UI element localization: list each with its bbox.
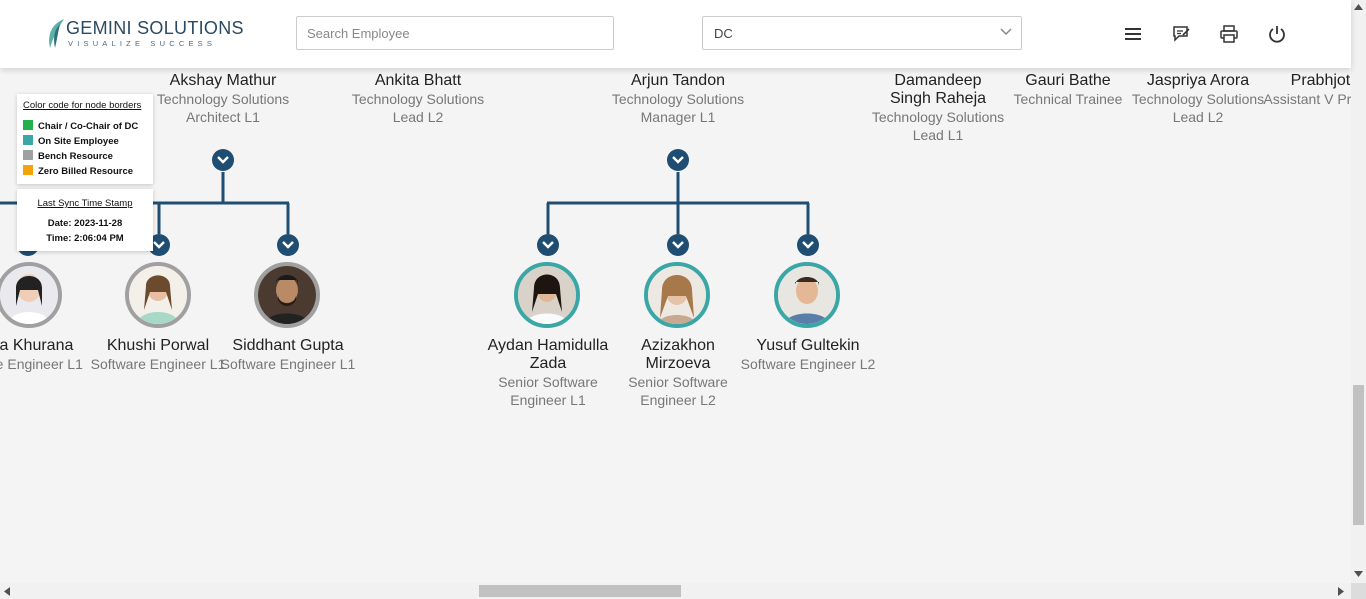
employee-node[interactable]: Ankita Bhatt Technology Solutions Lead L… [348,72,488,126]
scroll-up-arrow-icon[interactable] [1354,4,1363,10]
employee-role: Software Engineer L2 [740,356,876,372]
employee-role: Technology Solutions Lead L2 [1131,91,1265,125]
chevron-down-icon [672,241,684,249]
employee-name: Prabhjot K [1290,72,1351,89]
employee-name: Gauri Bathe [1025,72,1111,89]
employee-name: Azizakhon Mirzoeva [641,337,715,372]
expand-toggle[interactable] [537,234,559,256]
border-color-legend: Color code for node borders Chair / Co-C… [17,94,153,184]
chevron-down-icon [282,241,294,249]
chevron-down-icon [672,156,684,164]
employee-role: Technology Solutions Manager L1 [611,91,745,125]
employee-node[interactable]: Arjun Tandon Technology Solutions Manage… [608,72,748,126]
employee-avatar[interactable] [644,262,710,328]
color-swatch [23,165,33,175]
color-swatch [23,135,33,145]
sync-title: Last Sync Time Stamp [37,198,133,209]
employee-name: Arjun Tandon [631,72,725,89]
expand-toggle[interactable] [667,234,689,256]
sync-time: Time: 2:06:04 PM [46,233,124,244]
logo-text: GEMINI SOLUTIONS [66,18,244,38]
color-swatch [23,120,33,130]
employee-node[interactable]: Prabhjot K Assistant V Presiden [1258,72,1351,108]
expand-toggle[interactable] [797,234,819,256]
employee-node[interactable]: Aydan Hamidulla Zada Senior Software Eng… [478,337,618,409]
scroll-down-arrow-icon[interactable] [1354,571,1363,577]
legend-label: On Site Employee [38,136,119,147]
employee-name: Jaspriya Arora [1146,72,1250,89]
employee-name: Aydan Hamidulla Zada [487,337,609,372]
employee-node[interactable]: hita Khurana ware Engineer L1 [0,337,98,373]
leaf-logo-icon [49,19,64,48]
expand-toggle[interactable] [212,149,234,171]
employee-name: Khushi Porwal [106,337,210,354]
group-select[interactable]: DC [702,16,1022,50]
employee-avatar[interactable] [254,262,320,328]
employee-name: Akshay Mathur [169,72,277,89]
vertical-scrollbar-thumb[interactable] [1353,385,1364,525]
legend-title: Color code for node borders [23,100,142,111]
employee-node[interactable]: Khushi Porwal Software Engineer L1 [88,337,228,373]
employee-name: Ankita Bhatt [374,72,462,89]
scrollbar-corner [1351,583,1366,599]
employee-node[interactable]: Gauri Bathe Technical Trainee [998,72,1138,108]
employee-role: Senior Software Engineer L2 [628,374,728,408]
group-select-value: DC [714,26,733,41]
expand-toggle[interactable] [667,149,689,171]
employee-role: Software Engineer L1 [220,356,356,372]
employee-node[interactable]: Jaspriya Arora Technology Solutions Lead… [1128,72,1268,126]
sync-date: Date: 2023-11-28 [47,218,123,229]
legend-label: Zero Billed Resource [38,166,134,177]
chevron-down-icon [217,156,229,164]
scroll-left-arrow-icon[interactable] [4,587,10,596]
employee-role: Technology Solutions Lead L2 [351,91,485,125]
power-icon[interactable] [1267,24,1287,44]
legend-item: On Site Employee [23,135,119,147]
employee-node[interactable]: Damandeep Singh Raheja Technology Soluti… [868,72,1008,144]
org-chart-canvas[interactable]: Akshay Mathur Technology Solutions Archi… [0,68,1351,583]
employee-node[interactable]: Akshay Mathur Technology Solutions Archi… [153,72,293,126]
scroll-right-arrow-icon[interactable] [1338,587,1344,596]
employee-node[interactable]: Siddhant Gupta Software Engineer L1 [218,337,358,373]
app-header: GEMINI SOLUTIONS VISUALIZE SUCCESS DC [0,0,1351,68]
search-employee-input[interactable] [296,16,614,50]
employee-role: Technology Solutions Architect L1 [156,91,290,125]
last-sync-panel: Last Sync Time Stamp Date: 2023-11-28 Ti… [17,189,153,251]
expand-toggle[interactable] [277,234,299,256]
employee-role: Assistant V Presiden [1263,91,1351,107]
chevron-down-icon [802,241,814,249]
menu-icon[interactable] [1123,24,1143,44]
chevron-down-icon [1000,28,1012,36]
chevron-down-icon [153,241,165,249]
employee-avatar[interactable] [514,262,580,328]
employee-name: Yusuf Gultekin [756,337,860,354]
employee-role: ware Engineer L1 [0,356,83,372]
logo-tagline: VISUALIZE SUCCESS [68,39,217,48]
legend-label: Bench Resource [38,151,113,162]
employee-role: Senior Software Engineer L1 [498,374,598,408]
employee-name: hita Khurana [0,337,74,354]
employee-avatar[interactable] [125,262,191,328]
employee-node[interactable]: Azizakhon Mirzoeva Senior Software Engin… [608,337,748,409]
employee-name: Damandeep Singh Raheja [889,72,987,107]
legend-item: Zero Billed Resource [23,165,133,177]
feedback-icon[interactable] [1171,24,1191,44]
employee-role: Software Engineer L1 [90,356,226,372]
legend-item: Chair / Co-Chair of DC [23,120,138,132]
company-logo[interactable]: GEMINI SOLUTIONS VISUALIZE SUCCESS [46,16,244,52]
employee-node[interactable]: Yusuf Gultekin Software Engineer L2 [738,337,878,373]
legend-label: Chair / Co-Chair of DC [38,121,139,132]
legend-item: Bench Resource [23,150,113,162]
employee-name: Siddhant Gupta [232,337,344,354]
employee-role: Technical Trainee [1013,91,1123,107]
print-icon[interactable] [1219,24,1239,44]
horizontal-scrollbar-thumb[interactable] [479,585,681,597]
color-swatch [23,150,33,160]
employee-role: Technology Solutions Lead L1 [871,109,1005,143]
employee-avatar[interactable] [774,262,840,328]
chevron-down-icon [542,241,554,249]
